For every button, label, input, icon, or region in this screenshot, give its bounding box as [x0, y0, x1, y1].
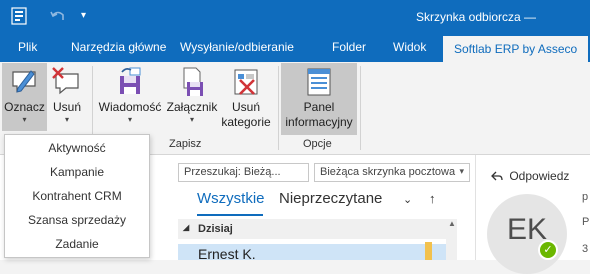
sort-dropdown-icon[interactable]: ⌄: [403, 193, 412, 206]
filter-active-indicator: [197, 214, 263, 216]
group-label-zapisz: Zapisz: [169, 138, 202, 150]
mail-group-label: Dzisiaj: [198, 223, 233, 235]
category-color-bar: [425, 242, 432, 260]
ribbon-separator: [360, 66, 361, 150]
oznacz-label: Oznacz: [4, 100, 45, 114]
panel-informacyjny-button[interactable]: Panel informacyjny: [281, 63, 357, 135]
undo-icon[interactable]: [50, 8, 66, 27]
avatar: EK: [487, 194, 567, 274]
filter-unread-tab[interactable]: Nieprzeczytane: [279, 190, 382, 207]
reply-button[interactable]: Odpowiedz: [491, 169, 569, 185]
mail-group-header[interactable]: ◢ Dzisiaj: [178, 219, 446, 239]
tab-wysylanie-odbieranie[interactable]: Wysyłanie/odbieranie: [180, 40, 294, 54]
filter-all-tab[interactable]: Wszystkie: [197, 190, 265, 207]
info-panel-icon: [303, 66, 335, 98]
search-scope-label: Bieżąca skrzynka pocztowa: [320, 166, 456, 178]
oznacz-dropdown-menu: Aktywność Kampanie Kontrahent CRM Szansa…: [4, 134, 150, 258]
reading-pane-text-fragment: 3: [582, 243, 589, 255]
search-scope-select[interactable]: Bieżąca skrzynka pocztowa ▾: [314, 163, 470, 182]
tab-plik[interactable]: Plik: [18, 40, 37, 54]
delete-comment-icon: [51, 66, 83, 98]
reading-pane-text-fragment: p: [582, 191, 589, 203]
chevron-down-icon: ▾: [22, 115, 27, 124]
mail-list-item[interactable]: Ernest K.: [178, 244, 446, 262]
save-message-icon: [114, 66, 146, 98]
remove-category-icon: [230, 66, 262, 98]
oznacz-button[interactable]: Oznacz ▾: [2, 63, 47, 131]
chevron-down-icon: ▾: [459, 166, 464, 176]
pencil-comment-icon: [9, 66, 41, 98]
tab-widok[interactable]: Widok: [393, 40, 426, 54]
tab-folder[interactable]: Folder: [332, 40, 366, 54]
menu-item-szansa-sprzedazy[interactable]: Szansa sprzedaży: [5, 208, 149, 232]
usun-button[interactable]: Usuń ▾: [48, 63, 86, 131]
reading-pane-text-fragment: P: [582, 216, 590, 228]
group-label-opcje: Opcje: [303, 138, 332, 150]
mail-list-scrollbar[interactable]: ▲: [446, 219, 457, 260]
usun-kategorie-button[interactable]: Usuń kategorie: [218, 63, 274, 135]
menu-item-kampanie[interactable]: Kampanie: [5, 160, 149, 184]
zalacznik-button[interactable]: Załącznik ▾: [164, 63, 220, 131]
chevron-down-icon: ▾: [64, 115, 69, 124]
pane-divider[interactable]: [475, 155, 476, 260]
ribbon-tabs: Plik Narzędzia główne Wysyłanie/odbieran…: [0, 33, 590, 62]
chevron-down-icon: ▾: [189, 115, 194, 124]
sort-direction-icon[interactable]: ↑: [429, 191, 436, 206]
tab-softlab-erp[interactable]: Softlab ERP by Asseco: [443, 36, 589, 62]
wiadomosc-label: Wiadomość: [98, 100, 162, 114]
zalacznik-label: Załącznik: [166, 100, 218, 114]
reply-icon: [491, 170, 503, 185]
chevron-down-icon: ▾: [127, 115, 132, 124]
collapse-icon: ◢: [183, 223, 190, 232]
scroll-up-icon[interactable]: ▲: [448, 219, 456, 228]
usun-kategorie-label-line2: kategorie: [221, 115, 271, 129]
reply-label: Odpowiedz: [509, 169, 570, 183]
customize-dropdown-icon[interactable]: ▾: [81, 10, 86, 21]
panel-label-line2: informacyjny: [285, 115, 353, 129]
wiadomosc-button[interactable]: Wiadomość ▾: [97, 63, 163, 131]
search-input[interactable]: Przeszukaj: Bieżą...: [178, 163, 309, 182]
usun-label: Usuń: [52, 100, 81, 114]
title-bar: ▾ Skrzynka odbiorcza —: [0, 0, 590, 33]
window-title: Skrzynka odbiorcza —: [416, 10, 537, 24]
save-attachment-icon: [176, 66, 208, 98]
usun-kategorie-label-line1: Usuń: [231, 100, 260, 114]
ribbon-separator: [278, 66, 279, 150]
tab-narzedzia-glowne[interactable]: Narzędzia główne: [71, 40, 166, 54]
menu-item-aktywnosc[interactable]: Aktywność: [5, 136, 149, 160]
menu-item-zadanie[interactable]: Zadanie: [5, 232, 149, 256]
panel-label-line1: Panel: [303, 100, 335, 114]
menu-item-kontrahent-crm[interactable]: Kontrahent CRM: [5, 184, 149, 208]
presence-icon: ✓: [538, 240, 558, 260]
app-icon[interactable]: [10, 6, 30, 29]
